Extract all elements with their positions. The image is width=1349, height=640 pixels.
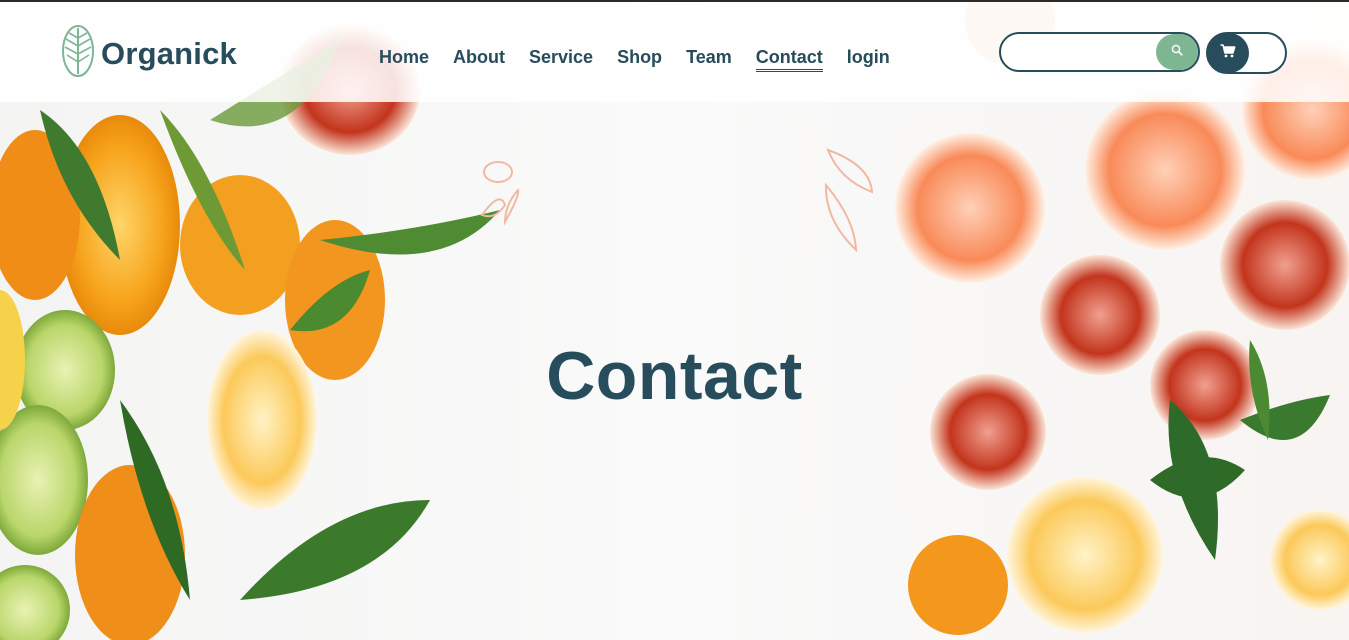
nav-login[interactable]: login — [847, 46, 890, 72]
search-button[interactable] — [1156, 34, 1198, 70]
brand-name: Organick — [101, 35, 237, 71]
search-icon — [1171, 43, 1183, 61]
search-input[interactable] — [1015, 42, 1155, 62]
nav-contact[interactable]: Contact — [755, 46, 823, 72]
main-nav: Home About Service Shop Team Contact log… — [379, 46, 890, 72]
site-header: Organick Home About Service Shop Team Co… — [0, 2, 1349, 102]
nav-about[interactable]: About — [453, 46, 505, 72]
nav-service[interactable]: Service — [529, 46, 593, 72]
search-box — [999, 32, 1200, 72]
cart-button[interactable] — [1207, 33, 1249, 73]
leaf-logo-icon — [61, 24, 95, 83]
top-border — [0, 0, 1349, 2]
nav-home[interactable]: Home — [379, 46, 429, 72]
page-title: Contact — [546, 338, 803, 414]
cart-icon — [1220, 43, 1236, 63]
nav-team[interactable]: Team — [686, 46, 732, 72]
nav-shop[interactable]: Shop — [617, 46, 662, 72]
cart-widget — [1206, 32, 1287, 74]
brand-logo[interactable]: Organick — [61, 24, 237, 83]
